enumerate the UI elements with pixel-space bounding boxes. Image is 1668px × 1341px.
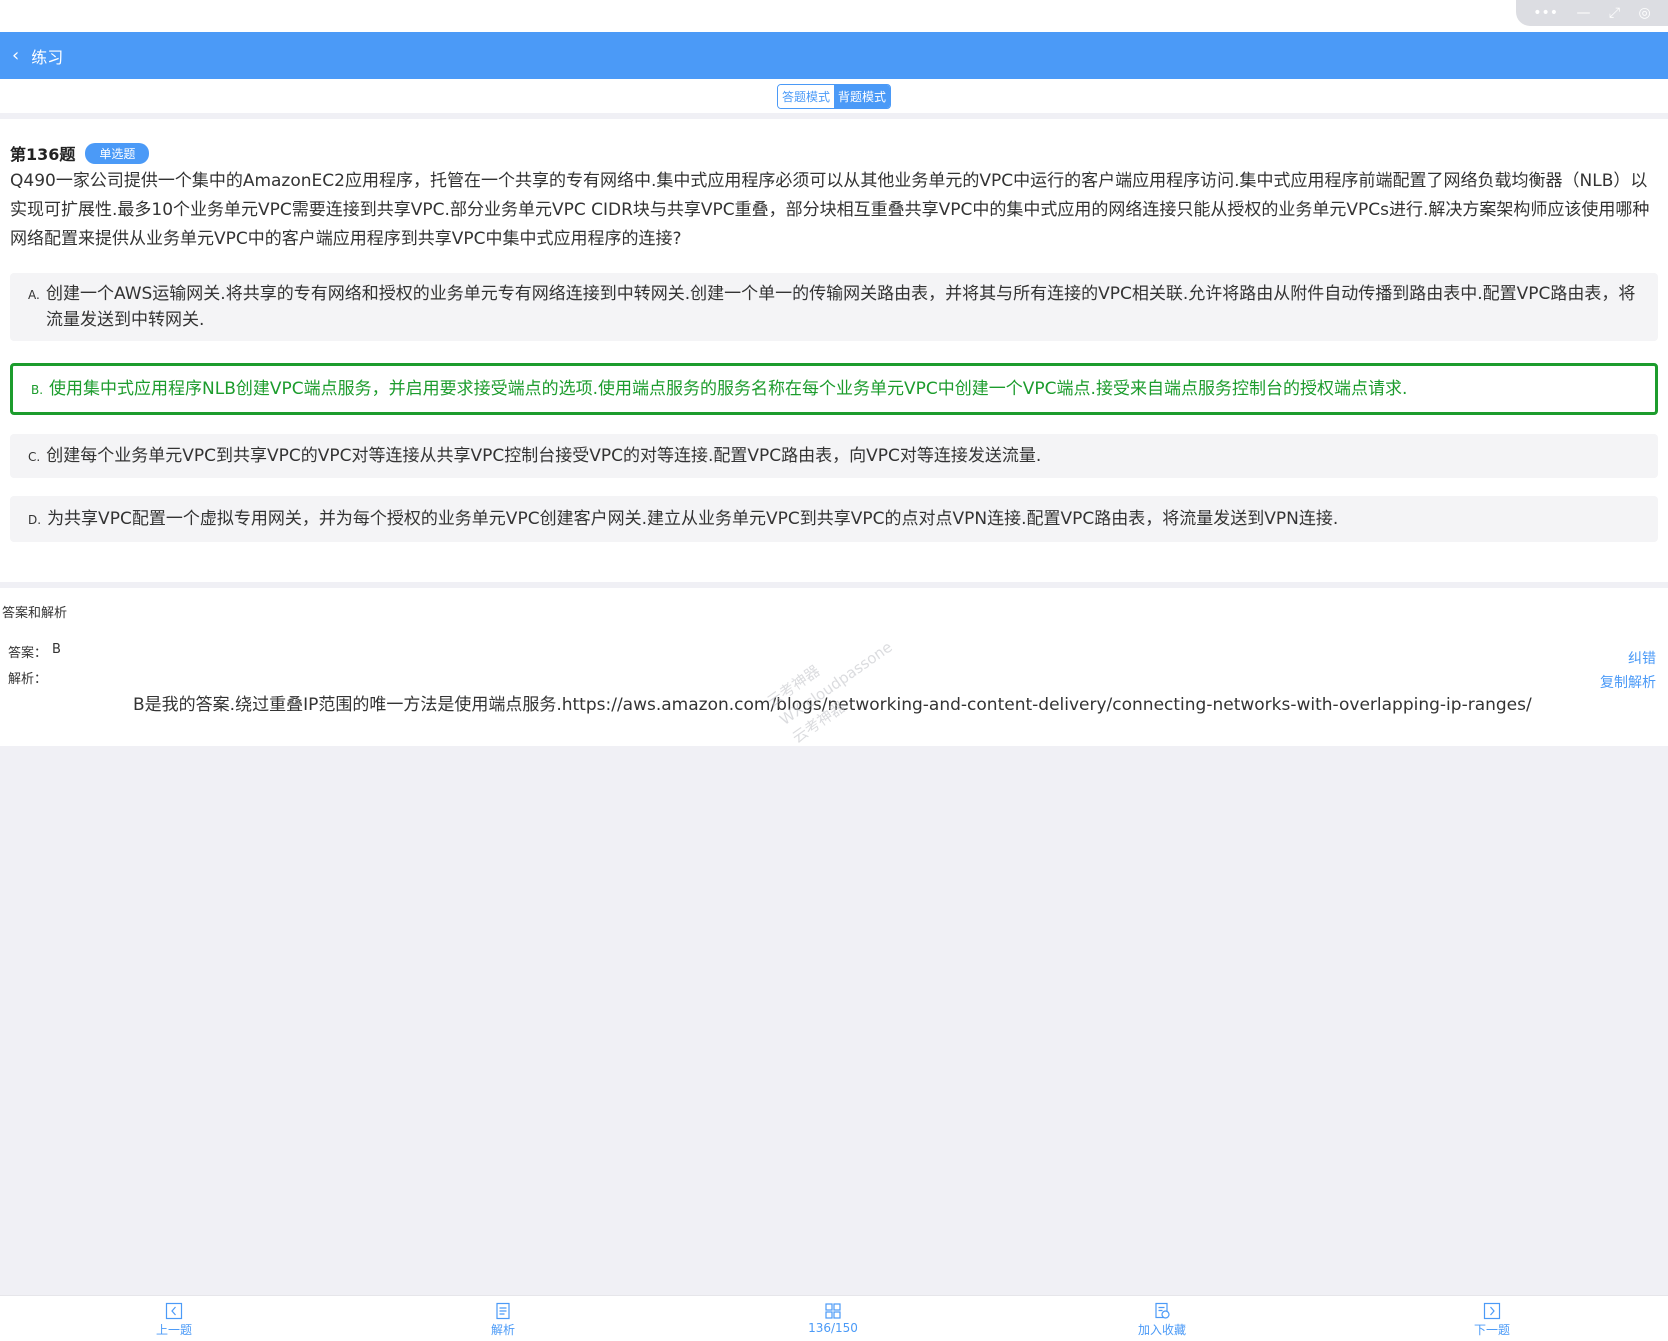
watermark: 云考神器 WX:cloudpassone 云考神器 — [763, 614, 918, 752]
favorite-button[interactable]: 加入收藏 — [1117, 1302, 1207, 1338]
prev-question-label: 上一题 — [155, 1323, 192, 1337]
analysis-header: 答案和解析 — [2, 606, 68, 621]
chevron-right-icon — [1483, 1302, 1501, 1320]
memorize-mode-button[interactable]: 背题模式 — [834, 84, 891, 108]
option-a[interactable]: A. 创建一个AWS运输网关.将共享的专有网络和授权的业务单元专有网络连接到中转… — [10, 273, 1658, 341]
answer-mode-button[interactable]: 答题模式 — [777, 84, 834, 108]
close-icon[interactable]: ◎ — [1639, 6, 1651, 20]
page-title: 练习 — [31, 47, 64, 67]
favorite-icon — [1155, 1302, 1170, 1319]
progress-label: 136/150 — [808, 1321, 858, 1335]
option-text: 创建一个AWS运输网关.将共享的专有网络和授权的业务单元专有网络连接到中转网关.… — [46, 284, 1636, 330]
answer-label: 答案： — [8, 646, 48, 661]
explanation-label: 解析： — [8, 672, 48, 687]
question-header: 第136题 单选题 — [10, 141, 1658, 165]
prev-question-button[interactable]: 上一题 — [129, 1302, 219, 1338]
bottom-toolbar: 上一题 解析 136/150 加入收藏 下一题 — [0, 1295, 1668, 1341]
analysis-button[interactable]: 解析 — [458, 1302, 548, 1338]
answer-value: B — [52, 642, 61, 657]
report-error-link[interactable]: 纠错 — [1628, 648, 1656, 668]
grid-icon — [825, 1303, 841, 1319]
back-icon[interactable]: ‹ — [12, 45, 19, 66]
next-question-label: 下一题 — [1473, 1323, 1510, 1337]
option-letter: B. — [31, 382, 44, 397]
option-letter: D. — [28, 512, 42, 527]
more-icon[interactable]: ••• — [1533, 6, 1558, 20]
question-text: Q490一家公司提供一个集中的AmazonEC2应用程序，托管在一个共享的专有网… — [10, 171, 1650, 249]
next-question-button[interactable]: 下一题 — [1447, 1302, 1537, 1338]
question-number: 第136题 — [10, 145, 76, 164]
option-c[interactable]: C. 创建每个业务单元VPC到共享VPC的VPC对等连接从共享VPC控制台接受V… — [10, 434, 1658, 478]
option-b[interactable]: B. 使用集中式应用程序NLB创建VPC端点服务，并启用要求接受端点的选项.使用… — [10, 363, 1658, 415]
question-grid-button[interactable]: 136/150 — [788, 1302, 878, 1335]
option-letter: A. — [28, 288, 40, 302]
minimize-icon[interactable]: — — [1576, 6, 1590, 20]
analysis-panel: 答案和解析 答案： B 解析： B是我的答案.绕过重叠IP范围的唯一方法是使用端… — [0, 588, 1668, 747]
question-type-badge: 单选题 — [85, 142, 150, 164]
analysis-label: 解析 — [490, 1323, 515, 1337]
favorite-label: 加入收藏 — [1137, 1323, 1186, 1337]
window-capsule: ••• — ⤢ ◎ — [1516, 0, 1668, 26]
option-d[interactable]: D. 为共享VPC配置一个虚拟专用网关，并为每个授权的业务单元VPC创建客户网关… — [10, 496, 1658, 542]
mode-bar: 答题模式 背题模式 — [0, 79, 1668, 113]
option-text: 为共享VPC配置一个虚拟专用网关，并为每个授权的业务单元VPC创建客户网关.建立… — [47, 509, 1339, 529]
navigation-bar: ‹ 练习 — [0, 32, 1668, 79]
copy-analysis-link[interactable]: 复制解析 — [1600, 672, 1656, 692]
document-icon — [496, 1302, 510, 1320]
mode-switch: 答题模式 背题模式 — [776, 83, 892, 109]
restore-icon[interactable]: ⤢ — [1609, 6, 1620, 20]
option-text: 使用集中式应用程序NLB创建VPC端点服务，并启用要求接受端点的选项.使用端点服… — [49, 379, 1408, 399]
option-letter: C. — [28, 449, 41, 464]
status-area: ••• — ⤢ ◎ — [0, 0, 1668, 32]
chevron-left-icon — [165, 1302, 183, 1320]
option-text: 创建每个业务单元VPC到共享VPC的VPC对等连接从共享VPC控制台接受VPC的… — [46, 446, 1042, 466]
